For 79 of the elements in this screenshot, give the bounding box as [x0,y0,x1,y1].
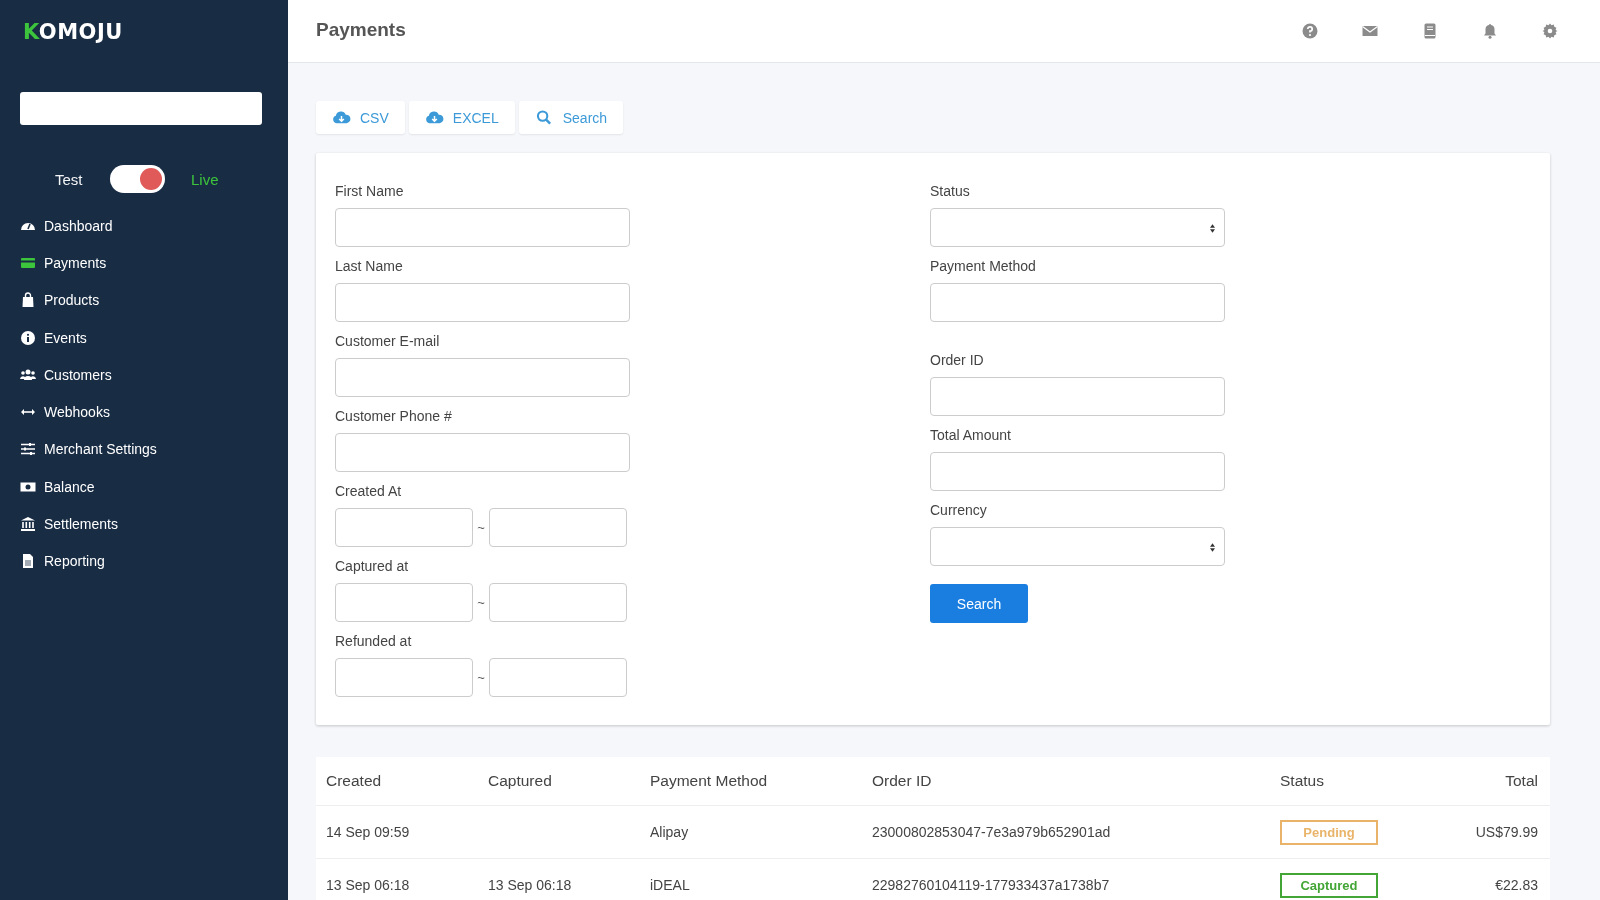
search-field[interactable] [20,92,262,125]
sidebar-item[interactable]: Balance [20,468,95,506]
sidebar-item[interactable]: Payments [20,244,107,282]
column-header: Total [1504,772,1538,790]
range-separator: ~ [476,595,486,610]
input-field[interactable] [335,208,630,247]
updown-arrow-icon [1210,224,1215,233]
range-separator: ~ [476,520,486,535]
table-cell-text: 14 Sep 09:59 [326,824,411,840]
page-title: Payments [316,19,406,41]
field-label: Created At [335,483,403,499]
table-cell-text: 23000802853047-7e3a979b652901ad [872,824,1112,840]
table-cell: 13 Sep 06:18 [488,877,572,893]
notification-icon[interactable] [1482,23,1498,39]
input-field[interactable] [335,358,630,397]
sidebar-item[interactable]: Settlements [20,505,118,543]
date-field[interactable] [489,508,627,547]
column-header: Created [326,772,383,790]
table-cell-text: €22.83 [1494,877,1538,893]
komoju-logo: KOMOJU [23,20,123,44]
column-header: Captured [488,772,553,790]
input-field[interactable] [930,283,1225,322]
bank-icon [20,516,36,532]
sidebar-item[interactable]: Dashboard [20,207,113,245]
field-label: Order ID [930,352,985,368]
input-field[interactable] [335,433,630,472]
input-field[interactable] [930,452,1225,491]
settings-icon[interactable] [1542,23,1558,39]
input-field[interactable] [930,377,1225,416]
document-icon [20,553,36,570]
column-header: Payment Method [650,772,769,790]
field-label: Currency [930,502,988,518]
date-field[interactable] [335,583,473,622]
info-icon [20,329,36,346]
date-field[interactable] [335,508,473,547]
sidebar-item[interactable]: Products [20,281,100,319]
cloud-download-icon [332,110,351,125]
sliders-icon [20,441,36,458]
sidebar-item[interactable]: Customers [20,356,112,394]
mode-label: Test [55,170,84,188]
field-label: Refunded at [335,633,413,649]
field-label: Customer Phone # [335,408,453,424]
field-label: First Name [335,183,405,199]
column-header: Order ID [872,772,933,790]
date-field[interactable] [489,658,627,697]
table-cell-text: 22982760104119-177933437a1738b7 [872,877,1111,893]
range-separator: ~ [476,670,486,685]
input-field[interactable] [335,283,630,322]
table-cell-text: iDEAL [650,877,691,893]
table-cell-text: US$79.99 [1474,824,1538,840]
date-field[interactable] [489,583,627,622]
status-badge: Pending [1280,819,1378,845]
field-label: Last Name [335,258,404,274]
cloud-download-icon [424,110,444,125]
sidebar-item[interactable]: Merchant Settings [20,430,157,469]
column-header: Status [1280,772,1325,790]
table-cell-text: Alipay [650,824,690,840]
updown-arrow-icon [1210,543,1215,552]
select-field[interactable] [930,527,1225,566]
field-label: Status [930,183,971,199]
date-field[interactable] [335,658,473,697]
sidebar-item[interactable]: Events [20,318,87,357]
table-cell-text: 13 Sep 06:18 [326,877,411,893]
mail-icon[interactable] [1362,23,1378,39]
mode-toggle[interactable] [110,165,165,193]
book-icon[interactable] [1422,23,1438,39]
help-icon[interactable] [1302,23,1318,39]
sidebar-item[interactable]: Reporting [20,542,105,580]
search-button[interactable]: Search [930,584,1028,623]
search-icon [534,110,554,125]
field-label: Total Amount [930,427,1012,443]
status-badge: Captured [1280,872,1378,898]
mode-label: Live [191,170,219,188]
field-label: Payment Method [930,258,1037,274]
field-label: Captured at [335,558,410,574]
sidebar-item[interactable]: Webhooks [20,393,110,431]
shopping-bag-icon [20,292,36,309]
field-label: Customer E-mail [335,333,441,349]
select-field[interactable] [930,208,1225,247]
